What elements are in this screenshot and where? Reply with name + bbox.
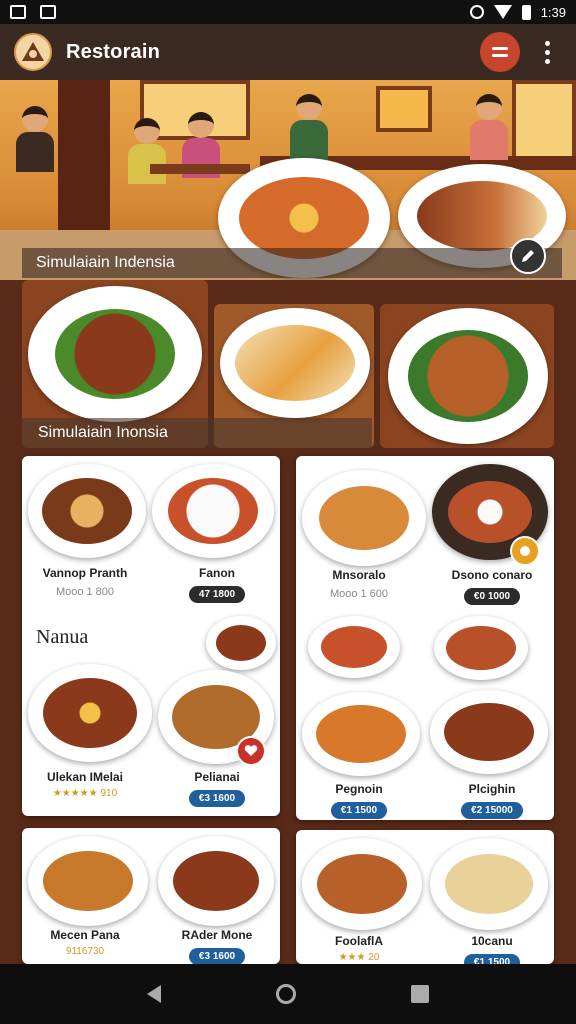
dish-item[interactable]: Vannop Pranth Mooo 1 800 [30,566,140,598]
recents-icon[interactable] [410,985,429,1003]
status-time: 1:39 [540,4,566,20]
photo-icon [40,5,56,19]
hero-caption: Simulaiain Indensia [22,248,562,278]
favorite-icon[interactable] [236,736,266,766]
dish-item[interactable]: Ulekan IMelai ★★★★★ 910 [30,770,140,799]
app-title: Restorain [66,40,161,63]
dish-image [152,464,274,558]
price-badge: €1 1500 [330,802,388,819]
battery-icon [521,4,531,20]
strip-caption: Simulaiain Inonsia [22,418,372,448]
staff-figure [470,94,508,160]
menu-button[interactable] [480,32,520,72]
dish-image [302,692,420,776]
table [150,164,250,174]
price-badge: €2 15000 [461,802,523,819]
dish-image [28,664,152,762]
dish-item[interactable]: Mnsoralo Mooo 1 600 [304,568,414,600]
dish-item[interactable]: 10canu €1 1500 [436,934,548,964]
diner-figure [128,118,166,184]
system-nav-bar [0,964,576,1024]
home-icon[interactable] [275,984,296,1004]
dish-item[interactable]: Dsono conaro €0 1000 [436,568,548,605]
price-badge: €1 1500 [463,954,521,964]
signal-icon [10,5,26,19]
dish-name: Fanon [199,566,235,580]
app-bar: Restorain [0,24,576,80]
dish-name: Plcighin [468,782,516,796]
dish-sub: Mooo 1 600 [329,588,389,600]
menu-card[interactable]: Mecen Pana 9116730 RAder Mone €3 1600 [22,828,280,964]
price-badge: €0 1000 [463,588,521,605]
rating: ★★★ 20 [338,952,380,963]
price-badge: €3 1600 [188,948,246,964]
dish-image [302,470,426,566]
dish-name: RAder Mone [181,928,253,942]
menu-icon [492,47,508,50]
sync-icon [469,5,484,19]
dish-image [206,616,276,670]
status-bar: 1:39 [0,0,576,24]
dish-sub: Mooo 1 800 [55,586,115,598]
staff-figure [290,94,328,160]
dish-item[interactable]: FoolaflA ★★★ 20 [304,934,414,963]
section-title: Nanua [36,626,89,648]
menu-card[interactable]: FoolaflA ★★★ 20 10canu €1 1500 [296,830,554,964]
menu-card[interactable]: Mnsoralo Mooo 1 600 Dsono conaro €0 1000… [296,456,554,820]
dish-image [308,616,400,678]
dish-image [158,836,274,926]
dish-name: Pegnoin [335,782,383,796]
dish-image [28,464,146,558]
more-vert-icon[interactable] [532,32,562,72]
dish-image [302,838,422,930]
dish-name: Pelianai [194,770,240,784]
diner-figure [16,106,54,172]
back-icon[interactable] [147,985,162,1003]
dish-name: Vannop Pranth [42,566,128,580]
logo-icon[interactable] [14,33,52,71]
wall-art [376,86,432,132]
dish-image [430,690,548,774]
rating: 9116730 [65,946,105,957]
dish-item[interactable]: Plcighin €2 15000 [436,782,548,819]
dish-image [430,838,548,930]
dish-item[interactable]: Dsono conaro Fanon 47 1800 [162,566,272,603]
featured-card[interactable] [380,304,554,448]
rating: ★★★★★ 910 [52,788,118,799]
dish-name: FoolaflA [335,934,383,948]
menu-card[interactable]: Vannop Pranth Mooo 1 800 Dsono conaro Fa… [22,456,280,816]
dish-item[interactable]: Pegnoin €1 1500 [304,782,414,819]
dish-item[interactable]: Pelianai €3 1600 [162,770,272,807]
dish-name: Dsono conaro [451,568,533,582]
dish-name: Mnsoralo [332,568,386,582]
price-badge: €3 1600 [188,790,246,807]
dish-name: Mecen Pana [50,928,120,942]
dish-name: 10canu [471,934,513,948]
special-icon[interactable] [510,536,540,566]
dish-image [28,836,148,926]
price-badge: 47 1800 [188,586,246,603]
edit-icon[interactable] [510,238,546,274]
dish-name: Ulekan IMelai [46,770,124,784]
dish-item[interactable]: Mecen Pana 9116730 [30,928,140,957]
wifi-icon [493,5,512,19]
dish-image [434,616,528,680]
dish-item[interactable]: RAder Mone €3 1600 [162,928,272,964]
window [512,80,576,160]
